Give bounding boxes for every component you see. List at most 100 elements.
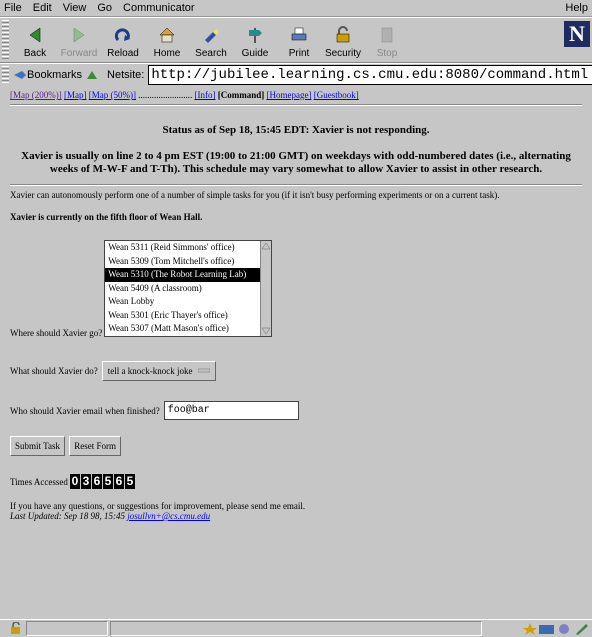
nav-dots: ........................ [138,90,193,100]
email-field[interactable]: foo@bar [163,401,299,420]
page-proxy-icon [87,71,98,79]
access-counter: 0 3 6 5 6 5 [69,474,136,489]
counter-digit: 5 [124,474,135,489]
guide-signpost-icon [249,28,262,43]
counter-digit: 5 [102,474,113,489]
task-select[interactable]: tell a knock-knock joke [101,361,217,381]
menu-communicator[interactable]: Communicator [123,2,195,14]
search-label: Search [195,48,227,59]
security-status-icon[interactable] [8,622,24,635]
where-label: Where should Xavier go? [10,328,103,338]
guide-label: Guide [241,48,269,59]
status-text-cell [110,621,482,636]
email-row: Who should Xavier email when finished? f… [10,401,582,420]
destination-option[interactable]: Wean 5301 (Eric Thayer's office) [105,309,271,323]
forward-button[interactable]: Forward [57,25,101,62]
discussion-component-icon[interactable] [556,622,574,635]
search-flashlight-icon [205,28,218,43]
destination-option[interactable]: Wean 5307 (Matt Mason's office) [105,322,271,336]
print-label: Print [288,48,310,59]
homepage-link[interactable]: [Homepage] [266,90,311,100]
footer: If you have any questions, or suggestion… [10,501,582,521]
guide-button[interactable]: Guide [233,25,277,62]
destination-option[interactable]: Wean Lobby [105,295,271,309]
map-50-link[interactable]: [Map (50%)] [89,90,136,100]
security-label: Security [324,48,362,59]
destination-option[interactable]: Wean 5409 (A classroom) [105,282,271,296]
map-link[interactable]: [Map] [64,90,87,100]
intro-text: Xavier can autonomously perform one of a… [10,190,500,200]
task-selected: tell a knock-knock joke [107,366,193,376]
stop-icon [381,27,393,43]
netsite-label: Netsite: [107,69,145,81]
url-field[interactable]: http://jubilee.learning.cs.cmu.edu:8080/… [148,65,592,85]
netscape-logo[interactable]: N [564,21,590,47]
divider [10,184,582,186]
bookmarks-icon [14,71,26,79]
reload-icon [114,28,130,42]
printer-icon [291,27,307,41]
search-button[interactable]: Search [189,25,233,62]
home-label: Home [153,48,181,59]
reload-button[interactable]: Reload [101,25,145,62]
email-label: Who should Xavier email when finished? [10,405,160,416]
scroll-down-icon[interactable] [261,326,271,336]
last-updated: Last Updated: Sep 18 98, 15:45 [10,511,125,521]
submit-task-button[interactable]: Submit Task [10,436,65,456]
reset-form-button[interactable]: Reset Form [69,436,121,456]
scroll-up-icon[interactable] [261,241,271,251]
destination-option-selected[interactable]: Wean 5310 (The Robot Learning Lab) [105,268,272,282]
menu-help[interactable]: Help [565,2,588,14]
guestbook-link[interactable]: [Guestbook] [314,90,359,100]
destination-listbox[interactable]: Wean 5311 (Reid Simmons' office) Wean 53… [104,240,273,337]
where-row: Where should Xavier go? Wean 5311 (Reid … [10,240,582,338]
counter-digit: 0 [69,474,80,489]
menu-edit[interactable]: Edit [33,2,52,14]
listbox-scrollbar[interactable] [260,241,272,336]
security-button[interactable]: Security [321,25,365,62]
stop-button[interactable]: Stop [365,25,409,62]
command-current: [Command] [217,90,265,100]
destination-option[interactable]: Wean 5311 (Reid Simmons' office) [105,241,271,255]
menu-go[interactable]: Go [97,2,112,14]
status-line: Status as of Sep 18, 15:45 EDT: Xavier i… [162,124,430,136]
form-buttons: Submit Task Reset Form [10,436,582,456]
counter-digit: 6 [91,474,102,489]
composer-component-icon[interactable] [574,622,592,635]
option-menu-icon [198,368,211,373]
back-label: Back [23,48,47,59]
navigator-component-icon[interactable] [522,622,538,635]
security-lock-icon [336,26,350,43]
access-counter-row: Times Accessed 0 3 6 5 6 5 [10,474,582,489]
page-content: [Map (200%)] [Map] [Map (50%)] .........… [0,86,592,619]
print-button[interactable]: Print [277,25,321,62]
footer-updated-row: Last Updated: Sep 18 98, 15:45 josullvn+… [10,511,582,521]
times-accessed-label: Times Accessed [10,476,68,487]
navigation-toolbar: Back Forward Reload Home Search Guide Pr… [0,17,592,63]
toolbar-grip[interactable] [2,20,9,60]
current-location: Xavier is currently on the fifth floor o… [10,212,203,222]
forward-arrow-icon [73,27,85,43]
menu-bar: File Edit View Go Communicator Help [0,0,592,17]
info-link[interactable]: [Info] [194,90,215,100]
component-bar [522,622,592,635]
back-button[interactable]: Back [13,25,57,62]
status-bar [0,619,592,637]
menu-view[interactable]: View [63,2,87,14]
stop-label: Stop [376,48,398,59]
forward-label: Forward [60,48,98,59]
home-icon [159,27,175,43]
bookmarks-button[interactable]: Bookmarks [13,69,99,81]
map-200-link[interactable]: [Map (200%)] [10,90,62,100]
divider [10,104,582,106]
home-button[interactable]: Home [145,25,189,62]
footer-questions: If you have any questions, or suggestion… [10,501,306,511]
menu-file[interactable]: File [4,2,22,14]
bookmarks-label: Bookmarks [27,69,83,81]
nav-links: [Map (200%)] [Map] [Map (50%)] .........… [10,90,582,100]
reload-label: Reload [107,48,139,59]
destination-option[interactable]: Wean 5309 (Tom Mitchell's office) [105,255,271,269]
author-email-link[interactable]: josullvn+@cs.cmu.edu [127,511,210,521]
mail-component-icon[interactable] [538,622,556,635]
location-grip[interactable] [2,66,9,84]
